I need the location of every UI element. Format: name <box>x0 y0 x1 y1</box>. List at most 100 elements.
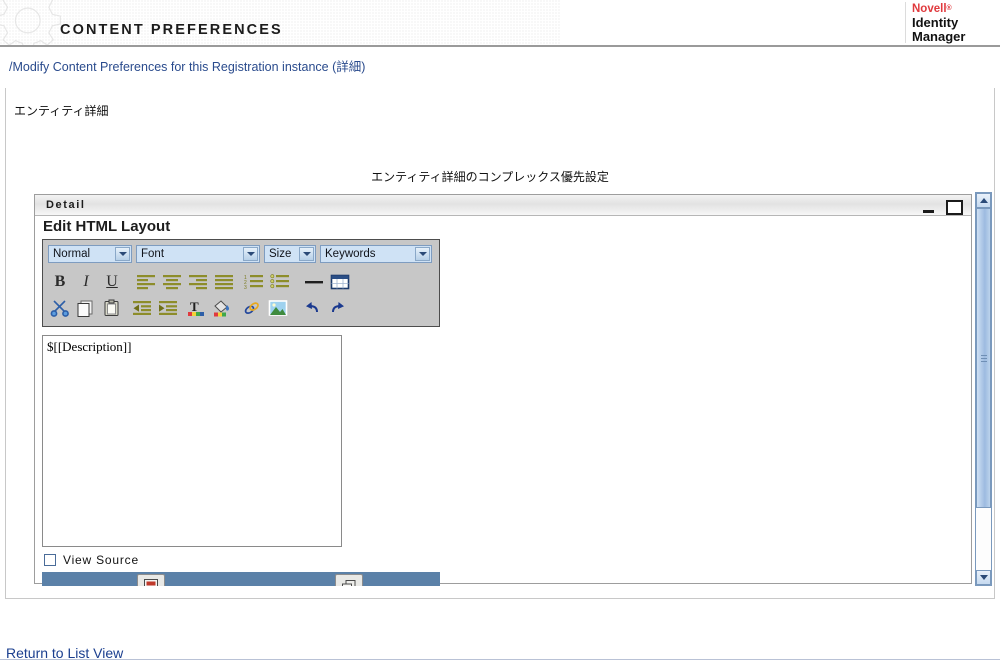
copy-button[interactable] <box>73 296 99 320</box>
chevron-down-icon[interactable] <box>243 247 258 261</box>
scrollbar-thumb[interactable] <box>976 208 991 508</box>
style-select[interactable]: Normal <box>48 245 132 263</box>
editor-toolbar: Normal Font Size Keywords B I U 1 2 3 T <box>42 239 440 327</box>
view-source-checkbox[interactable] <box>44 554 56 566</box>
image-icon <box>268 300 288 316</box>
view-source-label: View Source <box>63 553 139 567</box>
scissors-icon <box>50 300 69 317</box>
copy-icon <box>77 300 93 317</box>
underline-icon: U <box>106 273 118 290</box>
detail-panel: Detail Edit HTML Layout Normal Font Size… <box>34 194 972 586</box>
link-icon <box>244 302 259 314</box>
app-header: CONTENT PREFERENCES Novell® Identity Man… <box>0 0 1000 47</box>
chevron-down-icon[interactable] <box>415 247 430 261</box>
align-right-button[interactable] <box>185 270 211 294</box>
editor-toolbar-row-1: B I U 1 2 3 <box>47 270 353 294</box>
keywords-select-value: Keywords <box>325 248 376 260</box>
svg-text:3: 3 <box>244 285 247 290</box>
align-right-icon <box>189 275 207 290</box>
chevron-down-icon[interactable] <box>115 247 130 261</box>
registered-mark: ® <box>946 5 952 12</box>
font-select[interactable]: Font <box>136 245 260 263</box>
editor-action-bar <box>42 572 440 586</box>
outdent-icon <box>133 301 151 315</box>
detail-panel-window-buttons <box>923 198 963 215</box>
paint-bucket-icon <box>214 300 230 317</box>
detail-panel-title: Detail <box>46 199 86 211</box>
background-color-button[interactable] <box>209 296 235 320</box>
cut-button[interactable] <box>47 296 73 320</box>
breadcrumb-link[interactable]: /Modify Content Preferences for this Reg… <box>9 60 365 74</box>
unordered-list-icon <box>270 274 289 289</box>
cancel-button[interactable] <box>335 574 363 586</box>
entity-detail-label: エンティティ詳細 <box>14 104 109 118</box>
bottom-rule <box>0 659 1000 660</box>
view-source-row[interactable]: View Source <box>44 553 139 567</box>
horizontal-rule-icon <box>305 281 323 284</box>
edit-html-layout-heading: Edit HTML Layout <box>43 218 171 235</box>
italic-icon: I <box>83 273 89 290</box>
style-select-value: Normal <box>53 248 91 260</box>
align-center-icon <box>163 275 181 290</box>
bold-icon: B <box>54 273 66 290</box>
paste-button[interactable] <box>99 296 125 320</box>
html-editor-content[interactable]: $[[Description]] <box>42 335 342 547</box>
horizontal-rule-button[interactable] <box>301 270 327 294</box>
svg-text:T: T <box>190 299 199 314</box>
scroll-up-button[interactable] <box>976 193 991 208</box>
cancel-window-icon <box>342 580 356 586</box>
maximize-icon[interactable] <box>946 200 963 215</box>
text-color-icon: T <box>188 299 204 316</box>
align-center-button[interactable] <box>159 270 185 294</box>
brand-product-line-1: Identity <box>912 15 959 30</box>
page-root: CONTENT PREFERENCES Novell® Identity Man… <box>0 0 1000 661</box>
indent-icon <box>159 301 177 315</box>
bold-button[interactable]: B <box>47 270 73 294</box>
ordered-list-icon: 123 <box>244 275 263 290</box>
brand-logo: Novell® Identity Manager <box>905 2 998 44</box>
page-title: CONTENT PREFERENCES <box>60 22 283 38</box>
text-color-button[interactable]: T <box>183 296 209 320</box>
scrollbar-grip-icon <box>981 355 987 363</box>
unordered-list-button[interactable] <box>267 270 293 294</box>
breadcrumb[interactable]: /Modify Content Preferences for this Reg… <box>9 56 365 75</box>
scroll-down-button[interactable] <box>976 570 991 585</box>
detail-scroll-region: Detail Edit HTML Layout Normal Font Size… <box>20 194 974 586</box>
size-select[interactable]: Size <box>264 245 316 263</box>
content-area: エンティティ詳細 エンティティ詳細のコンプレックス優先設定 Detail Edi… <box>5 88 995 599</box>
underline-button[interactable]: U <box>99 270 125 294</box>
insert-image-button[interactable] <box>265 296 291 320</box>
undo-icon <box>306 302 318 313</box>
ordered-list-button[interactable]: 123 <box>241 270 267 294</box>
align-justify-icon <box>215 275 233 290</box>
align-justify-button[interactable] <box>211 270 237 294</box>
chevron-down-icon[interactable] <box>299 247 314 261</box>
scroll-down-arrow-icon <box>979 575 988 580</box>
scrollbar-track[interactable] <box>976 208 991 572</box>
clipboard-icon <box>104 299 119 316</box>
vertical-scrollbar[interactable] <box>975 192 992 586</box>
redo-icon <box>332 302 344 313</box>
complex-preference-title: エンティティ詳細のコンプレックス優先設定 <box>371 170 609 184</box>
italic-button[interactable]: I <box>73 270 99 294</box>
brand-product-line-2: Manager <box>912 29 966 44</box>
outdent-button[interactable] <box>129 296 155 320</box>
redo-button[interactable] <box>325 296 351 320</box>
detail-panel-titlebar: Detail <box>35 195 971 216</box>
minimize-icon[interactable] <box>923 209 934 213</box>
editor-toolbar-row-2: T <box>47 296 351 320</box>
keywords-select[interactable]: Keywords <box>320 245 432 263</box>
editor-toolbar-selects: Normal Font Size Keywords <box>48 245 432 263</box>
brand-name: Novell® <box>912 3 952 15</box>
undo-button[interactable] <box>299 296 325 320</box>
font-select-value: Font <box>141 248 165 260</box>
insert-link-button[interactable] <box>239 296 265 320</box>
align-left-button[interactable] <box>133 270 159 294</box>
align-left-icon <box>137 275 155 290</box>
indent-button[interactable] <box>155 296 181 320</box>
scroll-up-arrow-icon <box>979 198 988 203</box>
save-button[interactable] <box>137 574 165 586</box>
table-icon <box>330 274 350 290</box>
save-disk-icon <box>144 579 158 586</box>
insert-table-button[interactable] <box>327 270 353 294</box>
